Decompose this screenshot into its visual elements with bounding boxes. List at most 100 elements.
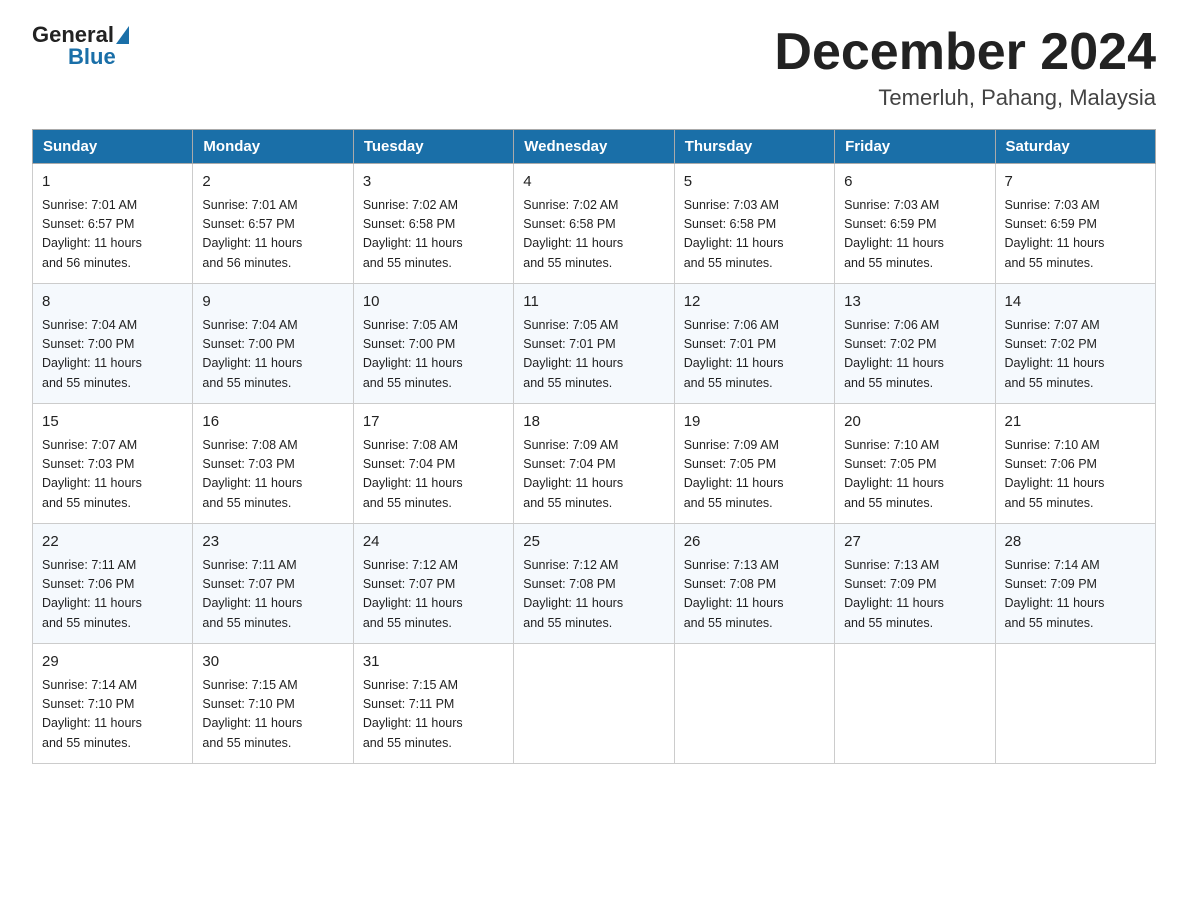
day-info: Sunrise: 7:07 AMSunset: 7:03 PMDaylight:… (42, 436, 183, 514)
month-title: December 2024 (774, 24, 1156, 81)
col-header-friday: Friday (835, 130, 995, 164)
day-info: Sunrise: 7:02 AMSunset: 6:58 PMDaylight:… (363, 196, 504, 274)
calendar-cell (995, 644, 1155, 764)
calendar-cell: 6Sunrise: 7:03 AMSunset: 6:59 PMDaylight… (835, 164, 995, 284)
col-header-tuesday: Tuesday (353, 130, 513, 164)
day-info: Sunrise: 7:10 AMSunset: 7:06 PMDaylight:… (1005, 436, 1146, 514)
calendar-cell: 22Sunrise: 7:11 AMSunset: 7:06 PMDayligh… (33, 524, 193, 644)
day-info: Sunrise: 7:07 AMSunset: 7:02 PMDaylight:… (1005, 316, 1146, 394)
calendar-cell: 24Sunrise: 7:12 AMSunset: 7:07 PMDayligh… (353, 524, 513, 644)
day-number: 1 (42, 171, 183, 194)
calendar-cell: 28Sunrise: 7:14 AMSunset: 7:09 PMDayligh… (995, 524, 1155, 644)
day-number: 30 (202, 651, 343, 674)
location-title: Temerluh, Pahang, Malaysia (774, 85, 1156, 111)
day-info: Sunrise: 7:11 AMSunset: 7:06 PMDaylight:… (42, 556, 183, 634)
day-number: 6 (844, 171, 985, 194)
calendar-cell: 7Sunrise: 7:03 AMSunset: 6:59 PMDaylight… (995, 164, 1155, 284)
day-info: Sunrise: 7:06 AMSunset: 7:01 PMDaylight:… (684, 316, 825, 394)
day-info: Sunrise: 7:03 AMSunset: 6:59 PMDaylight:… (844, 196, 985, 274)
day-info: Sunrise: 7:04 AMSunset: 7:00 PMDaylight:… (42, 316, 183, 394)
calendar-cell: 4Sunrise: 7:02 AMSunset: 6:58 PMDaylight… (514, 164, 674, 284)
calendar-cell: 5Sunrise: 7:03 AMSunset: 6:58 PMDaylight… (674, 164, 834, 284)
day-info: Sunrise: 7:01 AMSunset: 6:57 PMDaylight:… (42, 196, 183, 274)
calendar-week-row: 22Sunrise: 7:11 AMSunset: 7:06 PMDayligh… (33, 524, 1156, 644)
col-header-wednesday: Wednesday (514, 130, 674, 164)
calendar-cell: 23Sunrise: 7:11 AMSunset: 7:07 PMDayligh… (193, 524, 353, 644)
calendar-cell: 19Sunrise: 7:09 AMSunset: 7:05 PMDayligh… (674, 404, 834, 524)
calendar-header-row: SundayMondayTuesdayWednesdayThursdayFrid… (33, 130, 1156, 164)
calendar-cell: 11Sunrise: 7:05 AMSunset: 7:01 PMDayligh… (514, 284, 674, 404)
day-info: Sunrise: 7:09 AMSunset: 7:05 PMDaylight:… (684, 436, 825, 514)
calendar-table: SundayMondayTuesdayWednesdayThursdayFrid… (32, 129, 1156, 764)
logo-triangle-icon (116, 26, 129, 44)
calendar-cell: 9Sunrise: 7:04 AMSunset: 7:00 PMDaylight… (193, 284, 353, 404)
day-info: Sunrise: 7:11 AMSunset: 7:07 PMDaylight:… (202, 556, 343, 634)
day-info: Sunrise: 7:13 AMSunset: 7:09 PMDaylight:… (844, 556, 985, 634)
day-number: 3 (363, 171, 504, 194)
calendar-cell: 12Sunrise: 7:06 AMSunset: 7:01 PMDayligh… (674, 284, 834, 404)
calendar-cell: 30Sunrise: 7:15 AMSunset: 7:10 PMDayligh… (193, 644, 353, 764)
day-info: Sunrise: 7:04 AMSunset: 7:00 PMDaylight:… (202, 316, 343, 394)
day-number: 5 (684, 171, 825, 194)
day-info: Sunrise: 7:01 AMSunset: 6:57 PMDaylight:… (202, 196, 343, 274)
calendar-cell: 17Sunrise: 7:08 AMSunset: 7:04 PMDayligh… (353, 404, 513, 524)
col-header-saturday: Saturday (995, 130, 1155, 164)
calendar-cell: 1Sunrise: 7:01 AMSunset: 6:57 PMDaylight… (33, 164, 193, 284)
day-info: Sunrise: 7:10 AMSunset: 7:05 PMDaylight:… (844, 436, 985, 514)
day-number: 25 (523, 531, 664, 554)
day-info: Sunrise: 7:05 AMSunset: 7:00 PMDaylight:… (363, 316, 504, 394)
calendar-cell (835, 644, 995, 764)
calendar-cell: 3Sunrise: 7:02 AMSunset: 6:58 PMDaylight… (353, 164, 513, 284)
day-info: Sunrise: 7:05 AMSunset: 7:01 PMDaylight:… (523, 316, 664, 394)
day-info: Sunrise: 7:02 AMSunset: 6:58 PMDaylight:… (523, 196, 664, 274)
day-number: 28 (1005, 531, 1146, 554)
day-number: 14 (1005, 291, 1146, 314)
day-info: Sunrise: 7:14 AMSunset: 7:10 PMDaylight:… (42, 676, 183, 754)
day-number: 9 (202, 291, 343, 314)
day-number: 20 (844, 411, 985, 434)
calendar-cell: 31Sunrise: 7:15 AMSunset: 7:11 PMDayligh… (353, 644, 513, 764)
calendar-cell: 20Sunrise: 7:10 AMSunset: 7:05 PMDayligh… (835, 404, 995, 524)
day-number: 12 (684, 291, 825, 314)
day-info: Sunrise: 7:12 AMSunset: 7:08 PMDaylight:… (523, 556, 664, 634)
calendar-cell: 10Sunrise: 7:05 AMSunset: 7:00 PMDayligh… (353, 284, 513, 404)
calendar-week-row: 29Sunrise: 7:14 AMSunset: 7:10 PMDayligh… (33, 644, 1156, 764)
day-info: Sunrise: 7:08 AMSunset: 7:04 PMDaylight:… (363, 436, 504, 514)
calendar-week-row: 15Sunrise: 7:07 AMSunset: 7:03 PMDayligh… (33, 404, 1156, 524)
day-number: 16 (202, 411, 343, 434)
day-number: 31 (363, 651, 504, 674)
calendar-cell: 27Sunrise: 7:13 AMSunset: 7:09 PMDayligh… (835, 524, 995, 644)
day-number: 29 (42, 651, 183, 674)
logo-blue-text: Blue (68, 44, 116, 70)
day-info: Sunrise: 7:03 AMSunset: 6:58 PMDaylight:… (684, 196, 825, 274)
calendar-cell (674, 644, 834, 764)
logo: General Blue (32, 24, 131, 70)
day-number: 11 (523, 291, 664, 314)
day-info: Sunrise: 7:12 AMSunset: 7:07 PMDaylight:… (363, 556, 504, 634)
logo-general-text: General (32, 24, 114, 46)
calendar-cell: 21Sunrise: 7:10 AMSunset: 7:06 PMDayligh… (995, 404, 1155, 524)
day-number: 8 (42, 291, 183, 314)
day-number: 4 (523, 171, 664, 194)
day-info: Sunrise: 7:14 AMSunset: 7:09 PMDaylight:… (1005, 556, 1146, 634)
day-info: Sunrise: 7:15 AMSunset: 7:11 PMDaylight:… (363, 676, 504, 754)
calendar-cell: 2Sunrise: 7:01 AMSunset: 6:57 PMDaylight… (193, 164, 353, 284)
calendar-cell: 16Sunrise: 7:08 AMSunset: 7:03 PMDayligh… (193, 404, 353, 524)
col-header-sunday: Sunday (33, 130, 193, 164)
day-number: 7 (1005, 171, 1146, 194)
day-info: Sunrise: 7:08 AMSunset: 7:03 PMDaylight:… (202, 436, 343, 514)
day-number: 18 (523, 411, 664, 434)
calendar-cell: 15Sunrise: 7:07 AMSunset: 7:03 PMDayligh… (33, 404, 193, 524)
day-number: 10 (363, 291, 504, 314)
calendar-cell: 25Sunrise: 7:12 AMSunset: 7:08 PMDayligh… (514, 524, 674, 644)
day-number: 15 (42, 411, 183, 434)
day-number: 2 (202, 171, 343, 194)
day-info: Sunrise: 7:09 AMSunset: 7:04 PMDaylight:… (523, 436, 664, 514)
header: General Blue December 2024 Temerluh, Pah… (32, 24, 1156, 111)
calendar-cell: 26Sunrise: 7:13 AMSunset: 7:08 PMDayligh… (674, 524, 834, 644)
day-number: 17 (363, 411, 504, 434)
day-number: 24 (363, 531, 504, 554)
col-header-monday: Monday (193, 130, 353, 164)
calendar-cell (514, 644, 674, 764)
day-number: 23 (202, 531, 343, 554)
